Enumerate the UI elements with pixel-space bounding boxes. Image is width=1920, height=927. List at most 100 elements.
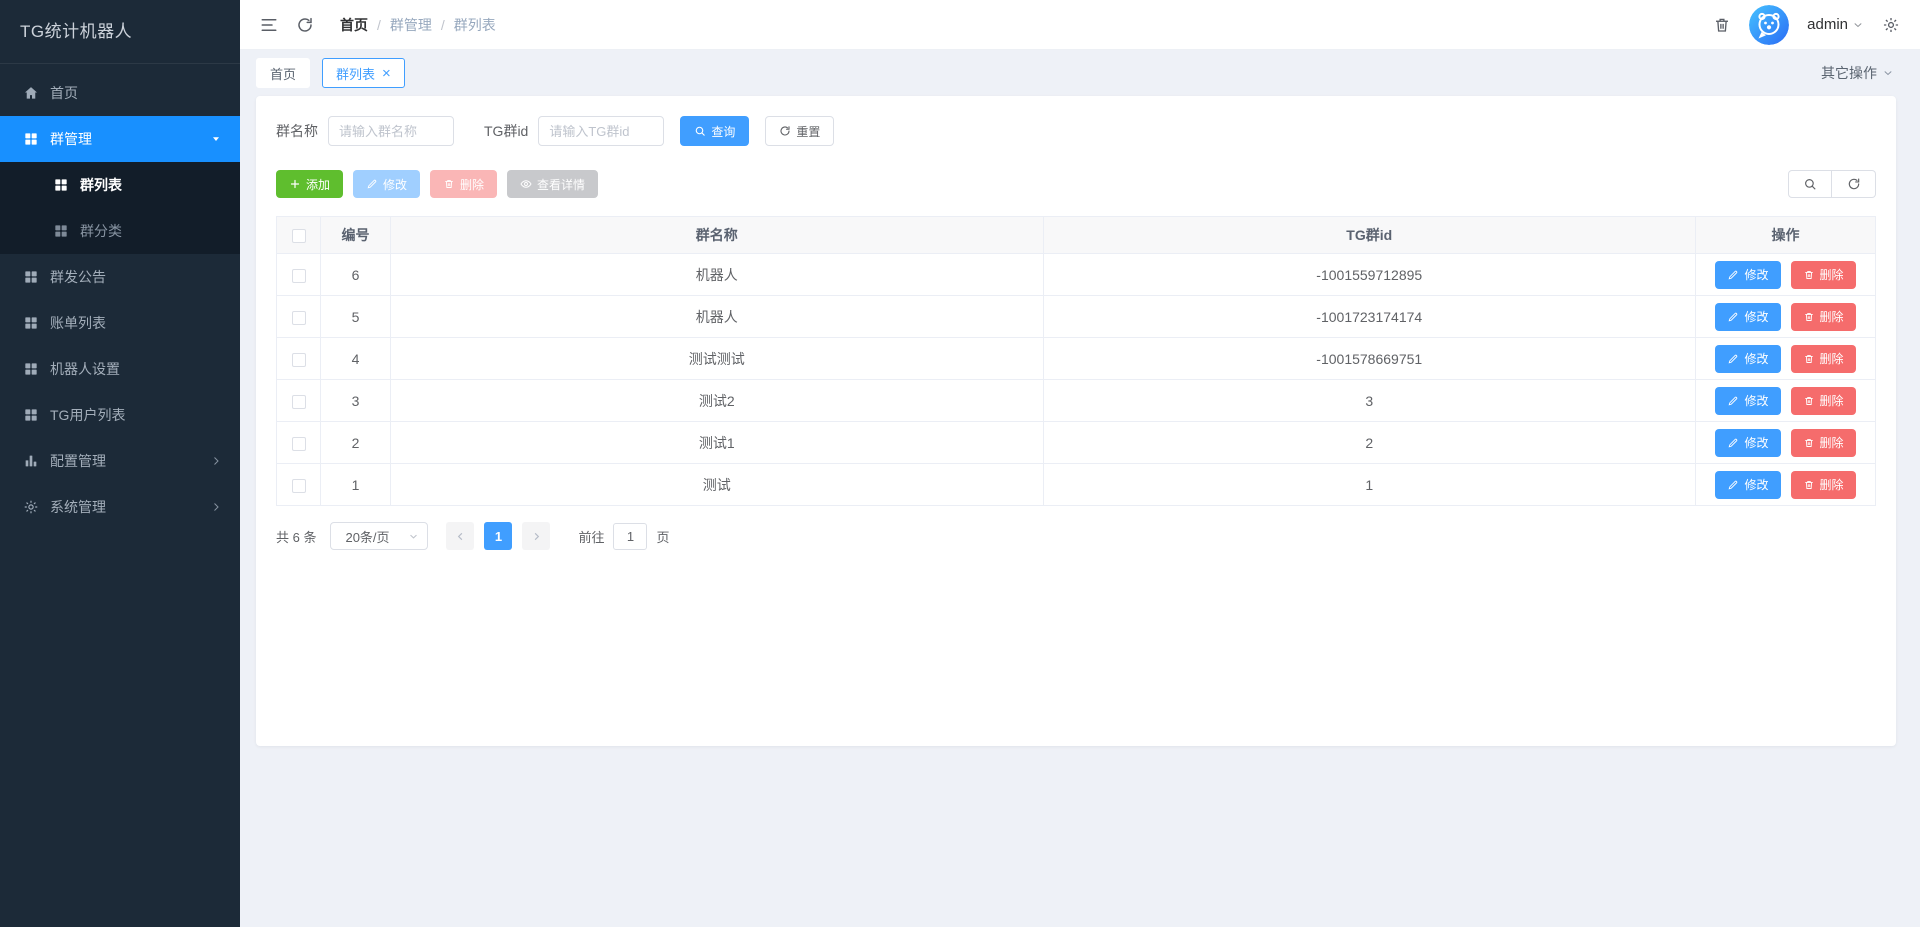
edit-icon (367, 179, 377, 189)
grid-icon (22, 361, 39, 378)
row-checkbox[interactable] (291, 478, 306, 493)
breadcrumb-separator: / (377, 16, 381, 33)
reset-icon (780, 126, 790, 136)
prev-page-button[interactable] (446, 522, 475, 550)
breadcrumb-item[interactable]: 群列表 (454, 15, 496, 35)
tab-group-list[interactable]: 群列表 × (322, 58, 405, 88)
sidebar-item-robot-settings[interactable]: 机器人设置 (0, 346, 240, 392)
row-checkbox[interactable] (291, 268, 306, 283)
row-edit-button[interactable]: 修改 (1715, 344, 1781, 373)
sidebar-item-config-management[interactable]: 配置管理 (0, 438, 240, 484)
cell-actions: 修改 删除 (1695, 421, 1876, 464)
row-edit-button[interactable]: 修改 (1715, 386, 1781, 415)
row-edit-button[interactable]: 修改 (1715, 302, 1781, 331)
row-select-cell (276, 295, 321, 338)
tg-group-id-label: TG群id (484, 123, 529, 139)
trash-icon[interactable] (1713, 16, 1731, 34)
cell-actions: 修改 删除 (1695, 337, 1876, 380)
sidebar-item-tg-user-list[interactable]: TG用户列表 (0, 392, 240, 438)
workspace: 首页群列表× 其它操作 群名称 TG群id 查询 (240, 50, 1920, 927)
refresh-table-button[interactable] (1832, 170, 1876, 198)
col-id: 编号 (320, 216, 391, 254)
row-edit-button[interactable]: 修改 (1715, 470, 1781, 499)
tag-tabs-bar: 首页 群列表 × 其它操作 (240, 50, 1920, 96)
close-icon[interactable]: × (382, 66, 391, 81)
sidebar-item-billing-list[interactable]: 账单列表 (0, 300, 240, 346)
row-select-cell (276, 253, 321, 296)
chevron-right-icon (210, 455, 222, 467)
row-delete-button[interactable]: 删除 (1790, 344, 1856, 373)
cell-name: 机器人 (390, 253, 1044, 296)
edit-icon (1727, 269, 1739, 281)
edit-icon (1727, 437, 1739, 449)
edit-button-disabled[interactable]: 修改 (353, 170, 421, 198)
sidebar-item-group-list[interactable]: 群列表 (0, 162, 240, 208)
table-toolbar: 添加 修改 删除 查看详情 (276, 170, 1876, 198)
sidebar-menu: 首页 群管理 群列表 群分类 群发公告 账单列表 机器人设置 TG用户列表 配置管理 系统管理 (0, 64, 240, 927)
sidebar-item-system-management[interactable]: 系统管理 (0, 484, 240, 530)
delete-icon (1803, 311, 1815, 323)
page-size-select[interactable]: 20条/页 (330, 522, 429, 550)
topbar-right: admin (1713, 4, 1900, 45)
goto-label: 前往 (578, 529, 605, 545)
cell-tgid: -1001578669751 (1042, 337, 1696, 380)
row-checkbox[interactable] (291, 310, 306, 325)
edit-icon (1727, 395, 1739, 407)
row-edit-button[interactable]: 修改 (1715, 260, 1781, 289)
page-number-button[interactable]: 1 (484, 522, 513, 550)
cell-tgid: -1001559712895 (1042, 253, 1696, 296)
avatar[interactable] (1749, 4, 1790, 45)
refresh-icon[interactable] (296, 16, 314, 34)
breadcrumb-item[interactable]: 首页 (340, 15, 368, 35)
row-checkbox[interactable] (291, 436, 306, 451)
grid-icon (52, 223, 69, 240)
tab-home[interactable]: 首页 (256, 58, 311, 88)
row-select-cell (276, 463, 321, 506)
grid-icon (22, 315, 39, 332)
toggle-search-button[interactable] (1788, 170, 1832, 198)
row-checkbox[interactable] (291, 394, 306, 409)
breadcrumb-item[interactable]: 群管理 (390, 15, 432, 35)
search-button[interactable]: 查询 (680, 116, 750, 146)
add-button[interactable]: 添加 (276, 170, 344, 198)
reset-button[interactable]: 重置 (765, 116, 835, 146)
total-count: 共 6 条 (276, 529, 317, 545)
select-all-checkbox[interactable] (291, 229, 306, 244)
refresh-icon (1848, 178, 1859, 190)
breadcrumb: 首页 / 群管理 / 群列表 (340, 15, 496, 35)
table-tools (1788, 170, 1876, 198)
table-row: 3 测试2 3 修改 删除 (276, 379, 1876, 422)
group-name-label: 群名称 (276, 123, 318, 139)
hamburger-icon[interactable] (260, 16, 278, 34)
row-delete-button[interactable]: 删除 (1790, 386, 1856, 415)
sidebar-item-group-category[interactable]: 群分类 (0, 208, 240, 254)
sidebar-item-home[interactable]: 首页 (0, 70, 240, 116)
plus-icon (290, 179, 300, 189)
row-delete-button[interactable]: 删除 (1790, 260, 1856, 289)
edit-icon (1727, 479, 1739, 491)
gear-icon[interactable] (1882, 16, 1900, 34)
row-delete-button[interactable]: 删除 (1790, 302, 1856, 331)
delete-icon (1803, 479, 1815, 491)
row-delete-button[interactable]: 删除 (1790, 428, 1856, 457)
sidebar-item-group-management[interactable]: 群管理 (0, 116, 240, 162)
cell-id: 2 (320, 421, 391, 464)
delete-icon (1803, 437, 1815, 449)
next-page-button[interactable] (522, 522, 551, 550)
row-select-cell (276, 421, 321, 464)
group-name-input[interactable] (328, 116, 454, 146)
topbar-left: 首页 / 群管理 / 群列表 (260, 15, 496, 35)
user-dropdown[interactable]: admin (1807, 16, 1864, 33)
goto-page-input[interactable] (613, 522, 648, 550)
more-actions-dropdown[interactable]: 其它操作 (1821, 63, 1894, 83)
row-checkbox[interactable] (291, 352, 306, 367)
row-edit-button[interactable]: 修改 (1715, 428, 1781, 457)
cell-actions: 修改 删除 (1695, 463, 1876, 506)
cell-tgid: 2 (1042, 421, 1696, 464)
sidebar-item-group-broadcast[interactable]: 群发公告 (0, 254, 240, 300)
delete-button-disabled[interactable]: 删除 (430, 170, 498, 198)
view-detail-button-disabled[interactable]: 查看详情 (507, 170, 599, 198)
row-delete-button[interactable]: 删除 (1790, 470, 1856, 499)
tg-group-id-input[interactable] (538, 116, 665, 146)
edit-icon (1727, 311, 1739, 323)
